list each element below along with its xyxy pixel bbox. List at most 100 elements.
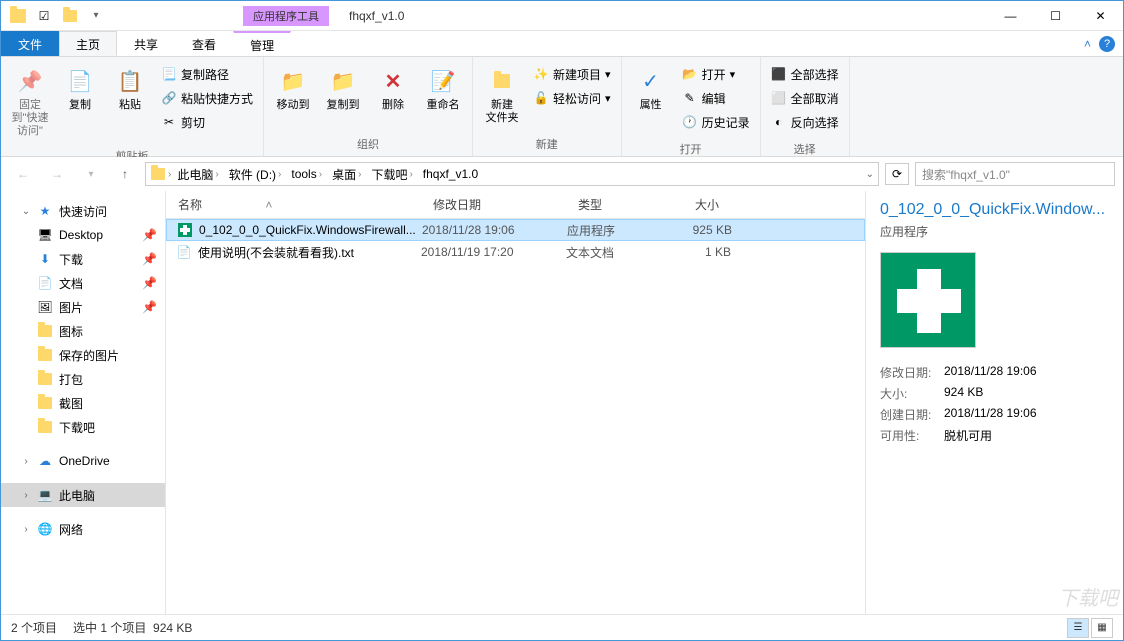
rename-button[interactable]: 📝重命名	[418, 61, 468, 130]
address-folder-icon	[150, 166, 166, 182]
status-count: 2 个项目	[11, 619, 57, 636]
address-bar[interactable]: › 此电脑› 软件 (D:)› tools› 桌面› 下载吧› fhqxf_v1…	[145, 162, 879, 186]
ribbon-group-new: 新建 文件夹 ✨新建项目 ▾ 🔓轻松访问 ▾ 新建	[473, 57, 622, 156]
new-folder-icon	[486, 65, 518, 97]
help-icon[interactable]: ?	[1099, 36, 1115, 52]
folder-icon	[37, 347, 53, 363]
crumb-4[interactable]: 下载吧›	[367, 166, 416, 183]
navigation-pane: ⌄★快速访问 🖥Desktop📌 ⬇下载📌 📄文档📌 🖼图片📌 图标 保存的图片…	[1, 191, 166, 614]
view-details-button[interactable]: ☰	[1067, 618, 1089, 638]
preview-icon	[880, 252, 976, 348]
search-input[interactable]: 搜索"fhqxf_v1.0"	[915, 162, 1115, 186]
qat-dropdown-icon[interactable]: ▾	[85, 5, 107, 27]
tab-share[interactable]: 共享	[117, 31, 175, 56]
sidebar-this-pc[interactable]: ›💻此电脑	[1, 483, 165, 507]
easy-access-button[interactable]: 🔓轻松访问 ▾	[533, 87, 611, 109]
maximize-button[interactable]: ☐	[1033, 1, 1078, 31]
file-date: 2018/11/19 17:20	[421, 245, 566, 259]
open-button[interactable]: 📂打开 ▾	[682, 63, 750, 85]
paste-icon: 📋	[114, 65, 146, 97]
tab-file[interactable]: 文件	[1, 31, 59, 56]
ribbon-collapse-icon[interactable]: ˄	[1084, 37, 1091, 51]
paste-button[interactable]: 📋粘贴	[105, 61, 155, 142]
copy-to-icon: 📁	[327, 65, 359, 97]
copy-to-button[interactable]: 📁复制到	[318, 61, 368, 130]
pic-icon: 🖼	[37, 299, 53, 315]
col-date[interactable]: 修改日期	[421, 196, 566, 213]
close-button[interactable]: ✕	[1078, 1, 1123, 31]
meta-value: 2018/11/28 19:06	[944, 406, 1037, 423]
back-button[interactable]: ←	[9, 160, 37, 188]
col-type[interactable]: 类型	[566, 196, 656, 213]
sidebar-item-documents[interactable]: 📄文档📌	[1, 271, 165, 295]
tab-home[interactable]: 主页	[59, 31, 117, 56]
edit-button[interactable]: ✎编辑	[682, 87, 750, 109]
recent-locations[interactable]: ▾	[77, 160, 105, 188]
move-to-button[interactable]: 📁移动到	[268, 61, 318, 130]
crumb-2[interactable]: tools›	[287, 167, 326, 181]
col-name[interactable]: 名称 ˄	[166, 196, 421, 213]
file-list: 名称 ˄ 修改日期 类型 大小 0_102_0_0_QuickFix.Windo…	[166, 191, 865, 614]
sidebar-item-screenshot[interactable]: 截图	[1, 391, 165, 415]
sidebar-item-pack[interactable]: 打包	[1, 367, 165, 391]
sidebar-item-pictures[interactable]: 🖼图片📌	[1, 295, 165, 319]
forward-button[interactable]: →	[43, 160, 71, 188]
sidebar-item-desktop[interactable]: 🖥Desktop📌	[1, 223, 165, 247]
properties-icon: ✓	[635, 65, 667, 97]
download-icon: ⬇	[37, 251, 53, 267]
history-button[interactable]: 🕐历史记录	[682, 111, 750, 133]
sidebar-item-xiazaiba[interactable]: 下载吧	[1, 415, 165, 439]
status-bar: 2 个项目 选中 1 个项目 924 KB ☰ ▦	[1, 614, 1123, 640]
new-folder-button[interactable]: 新建 文件夹	[477, 61, 527, 130]
invert-icon: ◐	[771, 114, 787, 130]
edit-icon: ✎	[682, 90, 698, 106]
crumb-0[interactable]: 此电脑›	[173, 166, 222, 183]
refresh-button[interactable]: ⟳	[885, 163, 909, 185]
invert-selection-button[interactable]: ◐反向选择	[771, 111, 839, 133]
sidebar-item-icons[interactable]: 图标	[1, 319, 165, 343]
qat-new-folder-icon[interactable]	[59, 5, 81, 27]
new-group-label: 新建	[473, 134, 621, 156]
sidebar-item-saved[interactable]: 保存的图片	[1, 343, 165, 367]
status-selected: 选中 1 个项目 924 KB	[73, 619, 192, 636]
crumb-1[interactable]: 软件 (D:)›	[225, 166, 286, 183]
chevron-right-icon[interactable]: ›	[168, 169, 171, 180]
sidebar-network[interactable]: ›🌐网络	[1, 517, 165, 541]
file-row[interactable]: 0_102_0_0_QuickFix.WindowsFirewall... 20…	[166, 219, 865, 241]
tab-manage[interactable]: 管理	[233, 31, 291, 56]
copy-button[interactable]: 📄复制	[55, 61, 105, 142]
qat-properties-icon[interactable]: ☑	[33, 5, 55, 27]
copy-path-button[interactable]: 📃复制路径	[161, 63, 253, 85]
scissors-icon: ✂	[161, 114, 177, 130]
crumb-5[interactable]: fhqxf_v1.0	[419, 167, 482, 181]
sidebar-quick-access[interactable]: ⌄★快速访问	[1, 199, 165, 223]
up-button[interactable]: ↑	[111, 160, 139, 188]
col-size[interactable]: 大小	[656, 196, 731, 213]
address-dropdown-icon[interactable]: ⌄	[866, 169, 874, 180]
folder-app-icon	[7, 5, 29, 27]
select-none-button[interactable]: ⬜全部取消	[771, 87, 839, 109]
cut-button[interactable]: ✂剪切	[161, 111, 253, 133]
crumb-3[interactable]: 桌面›	[328, 166, 365, 183]
sidebar-onedrive[interactable]: ›☁OneDrive	[1, 449, 165, 473]
file-row[interactable]: 📄使用说明(不会装就看看我).txt 2018/11/19 17:20 文本文档…	[166, 241, 865, 263]
pin-button[interactable]: 📌固定到"快速访问"	[5, 61, 55, 142]
delete-button[interactable]: ✕删除	[368, 61, 418, 130]
file-date: 2018/11/28 19:06	[422, 223, 567, 237]
select-all-button[interactable]: ⬛全部选择	[771, 63, 839, 85]
open-icon: 📂	[682, 66, 698, 82]
minimize-button[interactable]: —	[988, 1, 1033, 31]
file-size: 1 KB	[656, 245, 731, 259]
move-icon: 📁	[277, 65, 309, 97]
file-size: 925 KB	[657, 223, 732, 237]
paste-shortcut-button[interactable]: 🔗粘贴快捷方式	[161, 87, 253, 109]
folder-icon	[37, 395, 53, 411]
select-none-icon: ⬜	[771, 90, 787, 106]
view-large-button[interactable]: ▦	[1091, 618, 1113, 638]
properties-button[interactable]: ✓属性	[626, 61, 676, 135]
new-item-button[interactable]: ✨新建项目 ▾	[533, 63, 611, 85]
easy-access-icon: 🔓	[533, 90, 549, 106]
network-icon: 🌐	[37, 521, 53, 537]
tab-view[interactable]: 查看	[175, 31, 233, 56]
sidebar-item-downloads[interactable]: ⬇下载📌	[1, 247, 165, 271]
